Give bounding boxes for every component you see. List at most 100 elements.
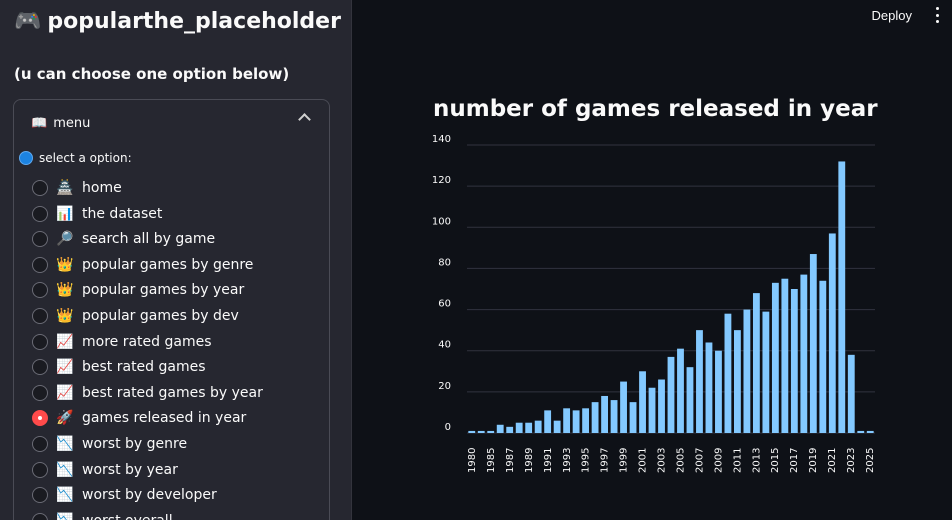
menu-option[interactable]: 📈 best rated games by year	[32, 382, 263, 404]
option-emoji-icon: 📉	[56, 487, 74, 504]
x-tick-label: 2005	[675, 448, 686, 473]
chart-bar[interactable]	[696, 330, 703, 433]
radio-unselected-icon[interactable]	[32, 436, 48, 452]
chart-bar[interactable]	[790, 289, 798, 433]
x-tick-label: 2023	[846, 448, 857, 473]
chart-bar[interactable]	[525, 422, 533, 433]
y-tick-label: 40	[438, 340, 451, 351]
chart-bar[interactable]	[743, 309, 751, 433]
chart-bar[interactable]	[639, 371, 646, 433]
option-emoji-icon: 📉	[56, 461, 74, 478]
x-tick-label: 2011	[732, 448, 743, 473]
chart-bar[interactable]	[724, 313, 732, 433]
radio-unselected-icon[interactable]	[32, 384, 48, 401]
chart-bar[interactable]	[553, 420, 561, 433]
x-tick-label: 2003	[657, 448, 668, 473]
chart-bar[interactable]	[515, 422, 523, 433]
menu-option-label: the dataset	[82, 205, 163, 222]
chart-bar[interactable]	[771, 282, 779, 433]
x-tick-label: 1989	[524, 448, 535, 473]
radio-unselected-icon[interactable]	[32, 512, 48, 520]
menu-option-label: worst overall	[82, 513, 173, 520]
option-emoji-icon: 🏯	[56, 180, 74, 196]
radio-unselected-icon[interactable]	[32, 205, 48, 222]
x-tick-label: 1997	[600, 448, 611, 473]
chart-bar[interactable]	[496, 424, 504, 433]
radio-unselected-icon[interactable]	[32, 256, 48, 273]
chart-bar[interactable]	[629, 402, 637, 433]
menu-option[interactable]: 👑 popular games by genre	[32, 254, 253, 276]
chart-bar[interactable]	[866, 430, 874, 433]
chart-bar[interactable]	[819, 280, 827, 433]
chart-bar[interactable]	[715, 350, 722, 433]
chart-bar[interactable]	[648, 387, 656, 433]
option-emoji-icon: 📈	[56, 359, 74, 376]
chart-bar[interactable]	[809, 254, 817, 433]
x-tick-label: 1995	[581, 448, 592, 473]
radio-unselected-icon[interactable]	[32, 308, 48, 324]
menu-expander-header[interactable]: 📖 menu	[14, 100, 329, 146]
chart-bar[interactable]	[857, 430, 865, 433]
menu-option[interactable]: 📉 worst overall	[32, 510, 173, 520]
option-emoji-icon: 🔎	[56, 231, 74, 248]
chart-bar[interactable]	[847, 354, 855, 433]
radio-unselected-icon[interactable]	[32, 231, 48, 248]
radio-selected-icon[interactable]	[32, 410, 48, 427]
menu-option[interactable]: 📊 the dataset	[32, 203, 162, 225]
chart-bar[interactable]	[610, 400, 618, 433]
sidebar: 🎮 popularthe_placeholder (u can choose o…	[0, 0, 352, 520]
menu-option[interactable]: 📈 best rated games	[32, 356, 206, 378]
chart-bar[interactable]	[762, 311, 770, 433]
menu-option[interactable]: 🏯 home	[32, 177, 122, 199]
radio-unselected-icon[interactable]	[32, 487, 48, 504]
menu-option[interactable]: 📈 more rated games	[32, 331, 212, 353]
menu-option[interactable]: 🔎 search all by game	[32, 228, 215, 250]
chart-bar[interactable]	[468, 430, 476, 433]
chart-bar[interactable]	[686, 367, 694, 433]
menu-option[interactable]: 📉 worst by developer	[32, 484, 217, 506]
x-tick-label: 2001	[638, 448, 649, 473]
chart-bar[interactable]	[563, 408, 571, 433]
radio-unselected-icon[interactable]	[32, 282, 48, 299]
menu-option[interactable]: 👑 popular games by year	[32, 279, 244, 301]
chart-bar[interactable]	[620, 381, 627, 433]
chart-bar[interactable]	[477, 430, 485, 433]
radio-unselected-icon[interactable]	[32, 333, 48, 350]
chart-bar[interactable]	[534, 420, 542, 433]
menu-option-label: popular games by dev	[82, 308, 239, 324]
chart-bar[interactable]	[591, 402, 599, 433]
menu-option[interactable]: 📉 worst by year	[32, 459, 178, 481]
menu-option[interactable]: 📉 worst by genre	[32, 433, 187, 455]
chart-bar[interactable]	[838, 161, 846, 433]
y-tick-label: 120	[432, 175, 451, 186]
chart-bar[interactable]	[601, 395, 608, 433]
x-tick-label: 1987	[505, 448, 516, 473]
menu-option-label: worst by developer	[82, 487, 217, 504]
chart-bar[interactable]	[582, 408, 590, 433]
chart-bar[interactable]	[705, 342, 713, 433]
chart-bar[interactable]	[544, 410, 552, 433]
chart-bar[interactable]	[752, 293, 760, 433]
chevron-up-icon[interactable]	[298, 113, 311, 126]
menu-option[interactable]: 👑 popular games by dev	[32, 305, 239, 327]
chart-bar[interactable]	[734, 330, 741, 433]
chart-bar[interactable]	[658, 379, 665, 433]
info-dot-icon	[19, 151, 33, 165]
x-tick-label: 2025	[865, 448, 876, 473]
x-tick-label: 2013	[751, 448, 762, 473]
chart-bar[interactable]	[781, 278, 789, 433]
chart-bar[interactable]	[667, 356, 675, 433]
x-tick-label: 2021	[827, 448, 838, 473]
x-tick-label: 1991	[543, 448, 554, 473]
menu-option[interactable]: 🚀 games released in year	[32, 407, 246, 429]
radio-unselected-icon[interactable]	[32, 180, 48, 196]
radio-unselected-icon[interactable]	[32, 461, 48, 478]
chart-bar[interactable]	[677, 348, 684, 433]
chart-bar[interactable]	[800, 274, 808, 433]
chart-bar[interactable]	[506, 426, 514, 433]
chart-bar[interactable]	[828, 233, 836, 433]
chart-bar[interactable]	[487, 430, 495, 433]
app-title-text: popularthe_placeholder	[47, 9, 341, 34]
radio-unselected-icon[interactable]	[32, 359, 48, 376]
chart-bar[interactable]	[572, 410, 580, 433]
